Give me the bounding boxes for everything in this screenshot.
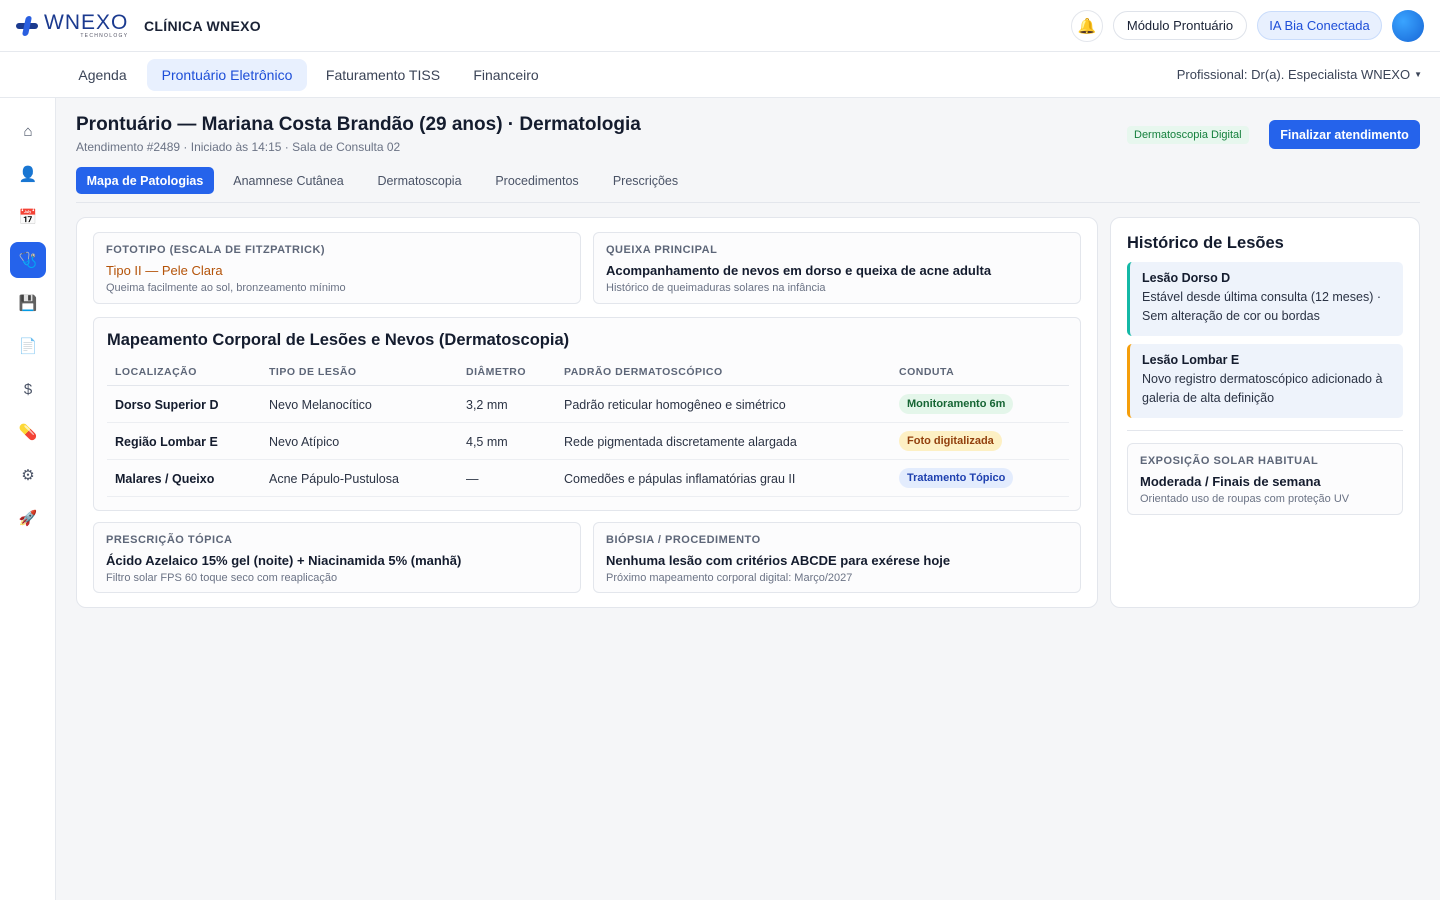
cell-type: Acne Pápulo-Pustulosa: [269, 472, 399, 486]
pathology-map-card: FOTOTIPO (ESCALA DE FITZPATRICK) Tipo II…: [76, 217, 1098, 608]
divider: [1127, 430, 1403, 431]
subtab-dermatoscopia[interactable]: Dermatoscopia: [364, 167, 475, 194]
cell-pattern: Padrão reticular homogêneo e simétrico: [564, 398, 786, 412]
exposure-label: EXPOSIÇÃO SOLAR HABITUAL: [1140, 455, 1319, 467]
cell-type: Nevo Atípico: [269, 435, 340, 449]
calendar-icon[interactable]: 📅: [10, 199, 46, 235]
lesion-history-card: Histórico de Lesões Lesão Dorso D Estáve…: [1110, 217, 1420, 608]
sidebar: ⌂ 👤 📅 🩺 💾 📄 $ 💊 ⚙ 🚀: [0, 98, 56, 900]
cell-location: Dorso Superior D: [115, 398, 219, 412]
prescricao-label: PRESCRIÇÃO TÓPICA: [106, 534, 233, 546]
logo-cross-icon: [14, 13, 40, 39]
exposure-note: Orientado uso de roupas com proteção UV: [1140, 493, 1350, 505]
conduct-badge: Tratamento Tópico: [899, 468, 1014, 488]
table-row[interactable]: Dorso Superior D Nevo Melanocítico 3,2 m…: [107, 386, 1069, 423]
cell-pattern: Rede pigmentada discretamente alargada: [564, 435, 797, 449]
notifications-bell-icon[interactable]: 🔔: [1071, 10, 1103, 42]
cell-diameter: 3,2 mm: [466, 398, 508, 412]
fototipo-card: FOTOTIPO (ESCALA DE FITZPATRICK) Tipo II…: [93, 232, 581, 304]
tab-prontuario[interactable]: Prontuário Eletrônico: [147, 59, 307, 91]
rocket-icon[interactable]: 🚀: [10, 500, 46, 536]
cell-location: Malares / Queixo: [115, 472, 215, 486]
logo-subtitle: TECHNOLOGY: [80, 33, 129, 39]
prescricao-value: Ácido Azelaico 15% gel (noite) + Niacina…: [106, 553, 462, 568]
biopsia-note: Próximo mapeamento corporal digital: Mar…: [606, 572, 853, 584]
records-icon[interactable]: 🩺: [10, 242, 46, 278]
document-icon[interactable]: 📄: [10, 328, 46, 364]
queixa-card: QUEIXA PRINCIPAL Acompanhamento de nevos…: [593, 232, 1081, 304]
tab-agenda[interactable]: Agenda: [64, 59, 141, 91]
column-header: LOCALIZAÇÃO: [115, 366, 197, 378]
column-header: CONDUTA: [899, 366, 955, 378]
biopsia-value: Nenhuma lesão com critérios ABCDE para e…: [606, 553, 951, 568]
table-row[interactable]: Malares / Queixo Acne Pápulo-Pustulosa —…: [107, 460, 1069, 497]
history-item-name: Lesão Lombar E: [1142, 353, 1240, 367]
sun-exposure-card: EXPOSIÇÃO SOLAR HABITUAL Moderada / Fina…: [1127, 443, 1403, 515]
exposure-value: Moderada / Finais de semana: [1140, 474, 1321, 489]
status-badge: Dermatoscopia Digital: [1127, 126, 1249, 144]
clinic-name: CLÍNICA WNEXO: [144, 18, 261, 34]
save-icon[interactable]: 💾: [10, 285, 46, 321]
history-item-text: Estável desde última consulta (12 meses)…: [1142, 290, 1381, 323]
biopsia-label: BIÓPSIA / PROCEDIMENTO: [606, 534, 761, 546]
queixa-label: QUEIXA PRINCIPAL: [606, 244, 718, 256]
conduct-badge: Monitoramento 6m: [899, 394, 1014, 414]
main-nav: Agenda Prontuário Eletrônico Faturamento…: [0, 52, 1440, 98]
page-title: Prontuário — Mariana Costa Brandão (29 a…: [76, 114, 641, 135]
conduct-badge: Foto digitalizada: [899, 431, 1002, 451]
cell-location: Região Lombar E: [115, 435, 218, 449]
fototipo-value: Tipo II — Pele Clara: [106, 263, 223, 278]
tab-financeiro[interactable]: Financeiro: [459, 59, 553, 91]
fototipo-note: Queima facilmente ao sol, bronzeamento m…: [106, 282, 346, 294]
page-subtitle: Atendimento #2489 · Iniciado às 14:15 · …: [76, 140, 401, 154]
pill-icon[interactable]: 💊: [10, 414, 46, 450]
logo-word: WNEXO: [44, 11, 129, 34]
record-subtabs: Mapa de Patologias Anamnese Cutânea Derm…: [76, 167, 1420, 203]
professional-selector[interactable]: Profissional: Dr(a). Especialista WNEXO ▼: [1177, 67, 1422, 82]
user-avatar[interactable]: [1392, 10, 1424, 42]
wnexo-logo[interactable]: WNEXO TECHNOLOGY: [14, 12, 128, 39]
history-item-text: Novo registro dermatoscópico adicionado …: [1142, 372, 1383, 405]
history-item-name: Lesão Dorso D: [1142, 271, 1231, 285]
finish-button[interactable]: Finalizar atendimento: [1269, 120, 1420, 149]
prescricao-note: Filtro solar FPS 60 toque seco com reapl…: [106, 572, 338, 584]
caret-down-icon: ▼: [1414, 70, 1422, 79]
cell-diameter: 4,5 mm: [466, 435, 508, 449]
home-icon[interactable]: ⌂: [10, 113, 46, 149]
prescricao-card: PRESCRIÇÃO TÓPICA Ácido Azelaico 15% gel…: [93, 522, 581, 593]
subtab-mapa[interactable]: Mapa de Patologias: [76, 167, 214, 194]
cell-type: Nevo Melanocítico: [269, 398, 372, 412]
column-header: TIPO DE LESÃO: [269, 366, 357, 378]
tab-faturamento[interactable]: Faturamento TISS: [313, 59, 453, 91]
biopsia-card: BIÓPSIA / PROCEDIMENTO Nenhuma lesão com…: [593, 522, 1081, 593]
subtab-prescricoes[interactable]: Prescrições: [599, 167, 692, 194]
queixa-value: Acompanhamento de nevos em dorso e queix…: [606, 263, 992, 278]
gear-icon[interactable]: ⚙: [10, 457, 46, 493]
top-bar: WNEXO TECHNOLOGY CLÍNICA WNEXO 🔔 Módulo …: [0, 0, 1440, 52]
table-row[interactable]: Região Lombar E Nevo Atípico 4,5 mm Rede…: [107, 423, 1069, 460]
ia-status-button[interactable]: IA Bia Conectada: [1257, 11, 1382, 40]
professional-label: Profissional: Dr(a). Especialista WNEXO: [1176, 67, 1411, 82]
cell-diameter: —: [466, 472, 479, 486]
subtab-procedimentos[interactable]: Procedimentos: [484, 167, 590, 194]
column-header: PADRÃO DERMATOSCÓPICO: [564, 366, 723, 378]
fototipo-label: FOTOTIPO (ESCALA DE FITZPATRICK): [106, 244, 326, 256]
dollar-icon[interactable]: $: [10, 371, 46, 407]
lesion-mapping-table: Mapeamento Corporal de Lesões e Nevos (D…: [93, 317, 1081, 511]
cell-pattern: Comedões e pápulas inflamatórias grau II: [564, 472, 796, 486]
queixa-note: Histórico de queimaduras solares na infâ…: [606, 282, 826, 294]
column-header: DIÂMETRO: [466, 366, 526, 378]
history-item[interactable]: Lesão Lombar E Novo registro dermatoscóp…: [1127, 344, 1403, 418]
module-button[interactable]: Módulo Prontuário: [1113, 11, 1247, 40]
history-item[interactable]: Lesão Dorso D Estável desde última consu…: [1127, 262, 1403, 336]
table-header: LOCALIZAÇÃO TIPO DE LESÃO DIÂMETRO PADRÃ…: [107, 358, 1069, 386]
patient-icon[interactable]: 👤: [10, 156, 46, 192]
subtab-anamnese[interactable]: Anamnese Cutânea: [222, 167, 355, 194]
table-title: Mapeamento Corporal de Lesões e Nevos (D…: [107, 331, 570, 349]
history-title: Histórico de Lesões: [1127, 234, 1284, 252]
